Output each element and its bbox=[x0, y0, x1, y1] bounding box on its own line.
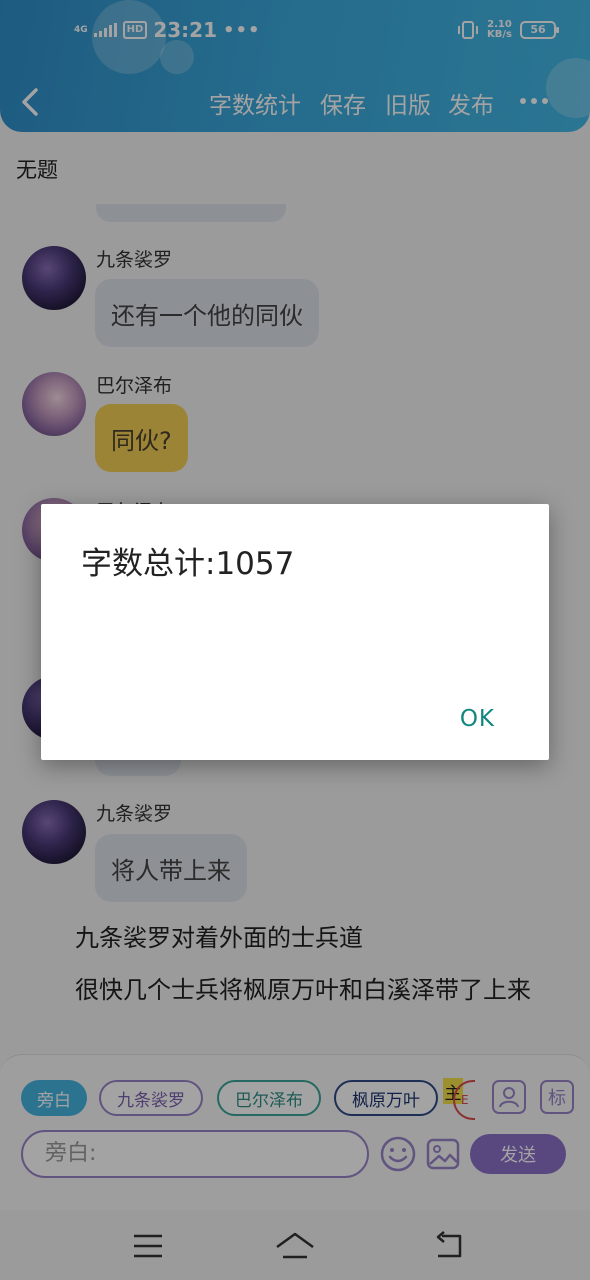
dialog-message: 字数总计:1057 bbox=[81, 546, 295, 582]
word-count-dialog: 字数总计:1057 OK bbox=[41, 504, 549, 760]
ok-button[interactable]: OK bbox=[460, 706, 495, 732]
